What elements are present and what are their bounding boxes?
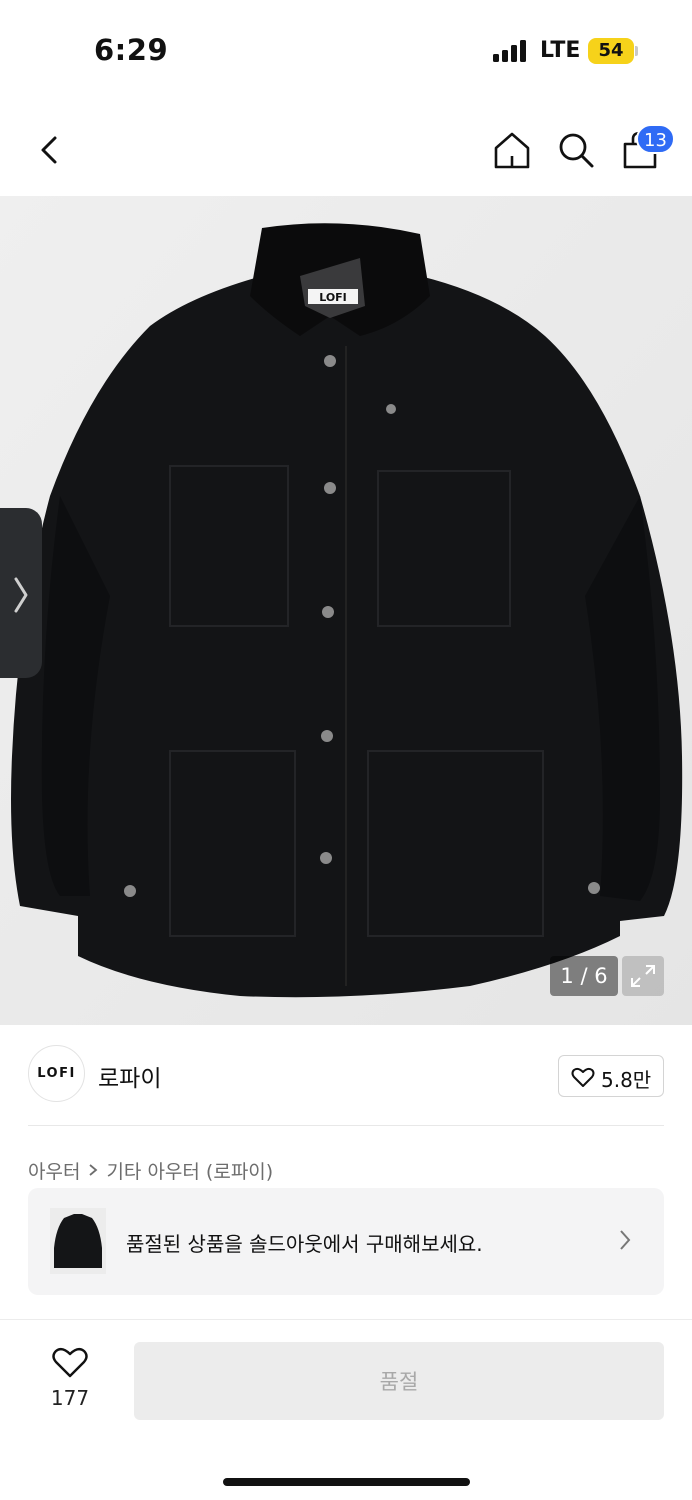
divider <box>28 1125 664 1126</box>
soldout-button[interactable]: 품절 <box>134 1342 664 1420</box>
bottom-action-bar: 177 품절 <box>0 1319 692 1500</box>
back-icon[interactable] <box>30 130 70 170</box>
side-panel-tab[interactable] <box>0 508 42 678</box>
expand-icon <box>631 965 655 987</box>
brand-like-count: 5.8만 <box>601 1068 652 1092</box>
nav-bar <box>0 100 692 196</box>
signal-icon <box>493 40 529 62</box>
cart-count-badge: 13 <box>636 124 675 154</box>
heart-icon <box>571 1067 595 1087</box>
expand-button[interactable] <box>622 956 664 996</box>
chevron-right-icon <box>620 1230 631 1250</box>
battery-cap <box>635 46 638 56</box>
battery-icon: 54 <box>588 38 634 64</box>
chevron-right-icon <box>14 577 28 613</box>
brand-name[interactable]: 로파이 <box>98 1059 161 1093</box>
jacket-illustration: LOFI <box>0 196 692 1025</box>
status-time: 6:29 <box>94 33 169 67</box>
wishlist-heart-icon[interactable] <box>52 1347 88 1379</box>
status-bar: 6:29 LTE 54 <box>0 0 692 100</box>
product-thumbnail <box>50 1208 106 1274</box>
jacket-label-text: LOFI <box>319 291 347 304</box>
soldout-banner[interactable]: 품절된 상품을 솔드아웃에서 구매해보세요. <box>28 1188 664 1295</box>
soldout-banner-text: 품절된 상품을 솔드아웃에서 구매해보세요. <box>126 1232 483 1256</box>
wishlist-count: 177 <box>50 1386 90 1410</box>
brand-row[interactable]: LOFI 로파이 5.8만 <box>0 1025 692 1125</box>
search-icon[interactable] <box>556 130 596 170</box>
breadcrumb-level1[interactable]: 아우터 <box>28 1157 80 1184</box>
product-image[interactable]: LOFI <box>0 196 692 1025</box>
brand-like-button[interactable]: 5.8만 <box>558 1055 664 1097</box>
image-counter: 1 / 6 <box>550 956 618 996</box>
breadcrumb-level2[interactable]: 기타 아우터 (로파이) <box>106 1157 273 1184</box>
breadcrumb: 아우터 기타 아우터 (로파이) <box>28 1156 273 1184</box>
chevron-right-icon <box>89 1164 98 1176</box>
brand-logo[interactable]: LOFI <box>28 1045 85 1102</box>
network-label: LTE <box>540 38 581 63</box>
home-indicator <box>223 1478 470 1486</box>
home-icon[interactable] <box>492 130 532 170</box>
